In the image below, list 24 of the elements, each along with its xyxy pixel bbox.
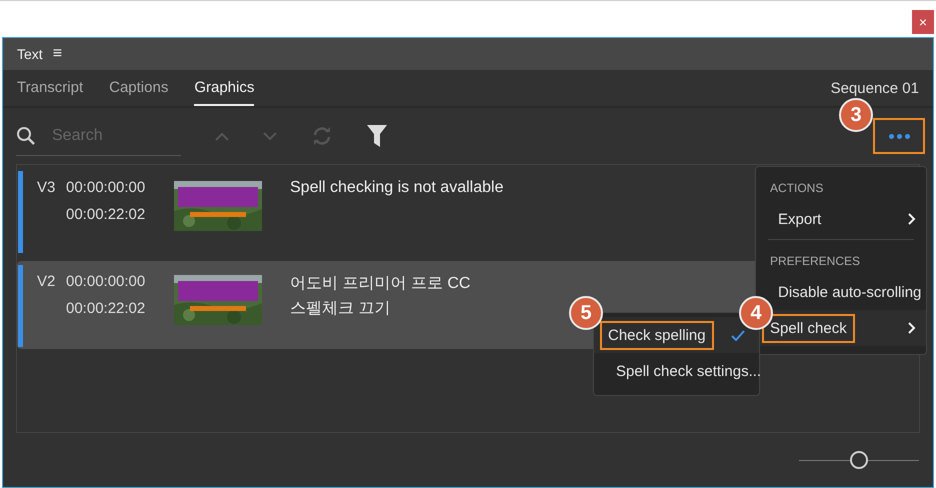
step-number-badge: 3 <box>839 98 873 132</box>
filter-icon[interactable] <box>367 125 387 147</box>
track-name: V3 <box>37 179 56 196</box>
more-options-button[interactable] <box>873 118 925 154</box>
track-name: V2 <box>37 273 56 290</box>
slider-thumb[interactable] <box>850 451 868 469</box>
panel-menu-icon[interactable]: ≡ <box>52 45 62 63</box>
start-time: 00:00:00:00 <box>66 179 146 196</box>
caption-text: 어도비 프리미어 프로 CC <box>290 274 470 294</box>
end-time: 00:00:22:02 <box>66 300 146 317</box>
menu-item[interactable]: Export <box>756 201 926 237</box>
panel-title: Text <box>17 46 43 62</box>
caption-text: 스펠체크 끄기 <box>290 299 392 319</box>
menu-item[interactable]: Spell check settings... <box>594 353 759 389</box>
sequence-name: Sequence 01 <box>830 80 919 96</box>
start-time: 00:00:00:00 <box>66 273 146 290</box>
end-time: 00:00:22:02 <box>66 206 146 223</box>
caption-text: Spell checking is not avallable <box>290 179 504 197</box>
close-button[interactable]: × <box>912 10 934 34</box>
menu-heading: ACTIONS <box>769 180 824 197</box>
search-icon <box>16 126 36 146</box>
tab[interactable]: Graphics <box>194 70 254 106</box>
tab[interactable]: Captions <box>109 70 168 106</box>
tab[interactable]: Transcript <box>17 70 84 106</box>
